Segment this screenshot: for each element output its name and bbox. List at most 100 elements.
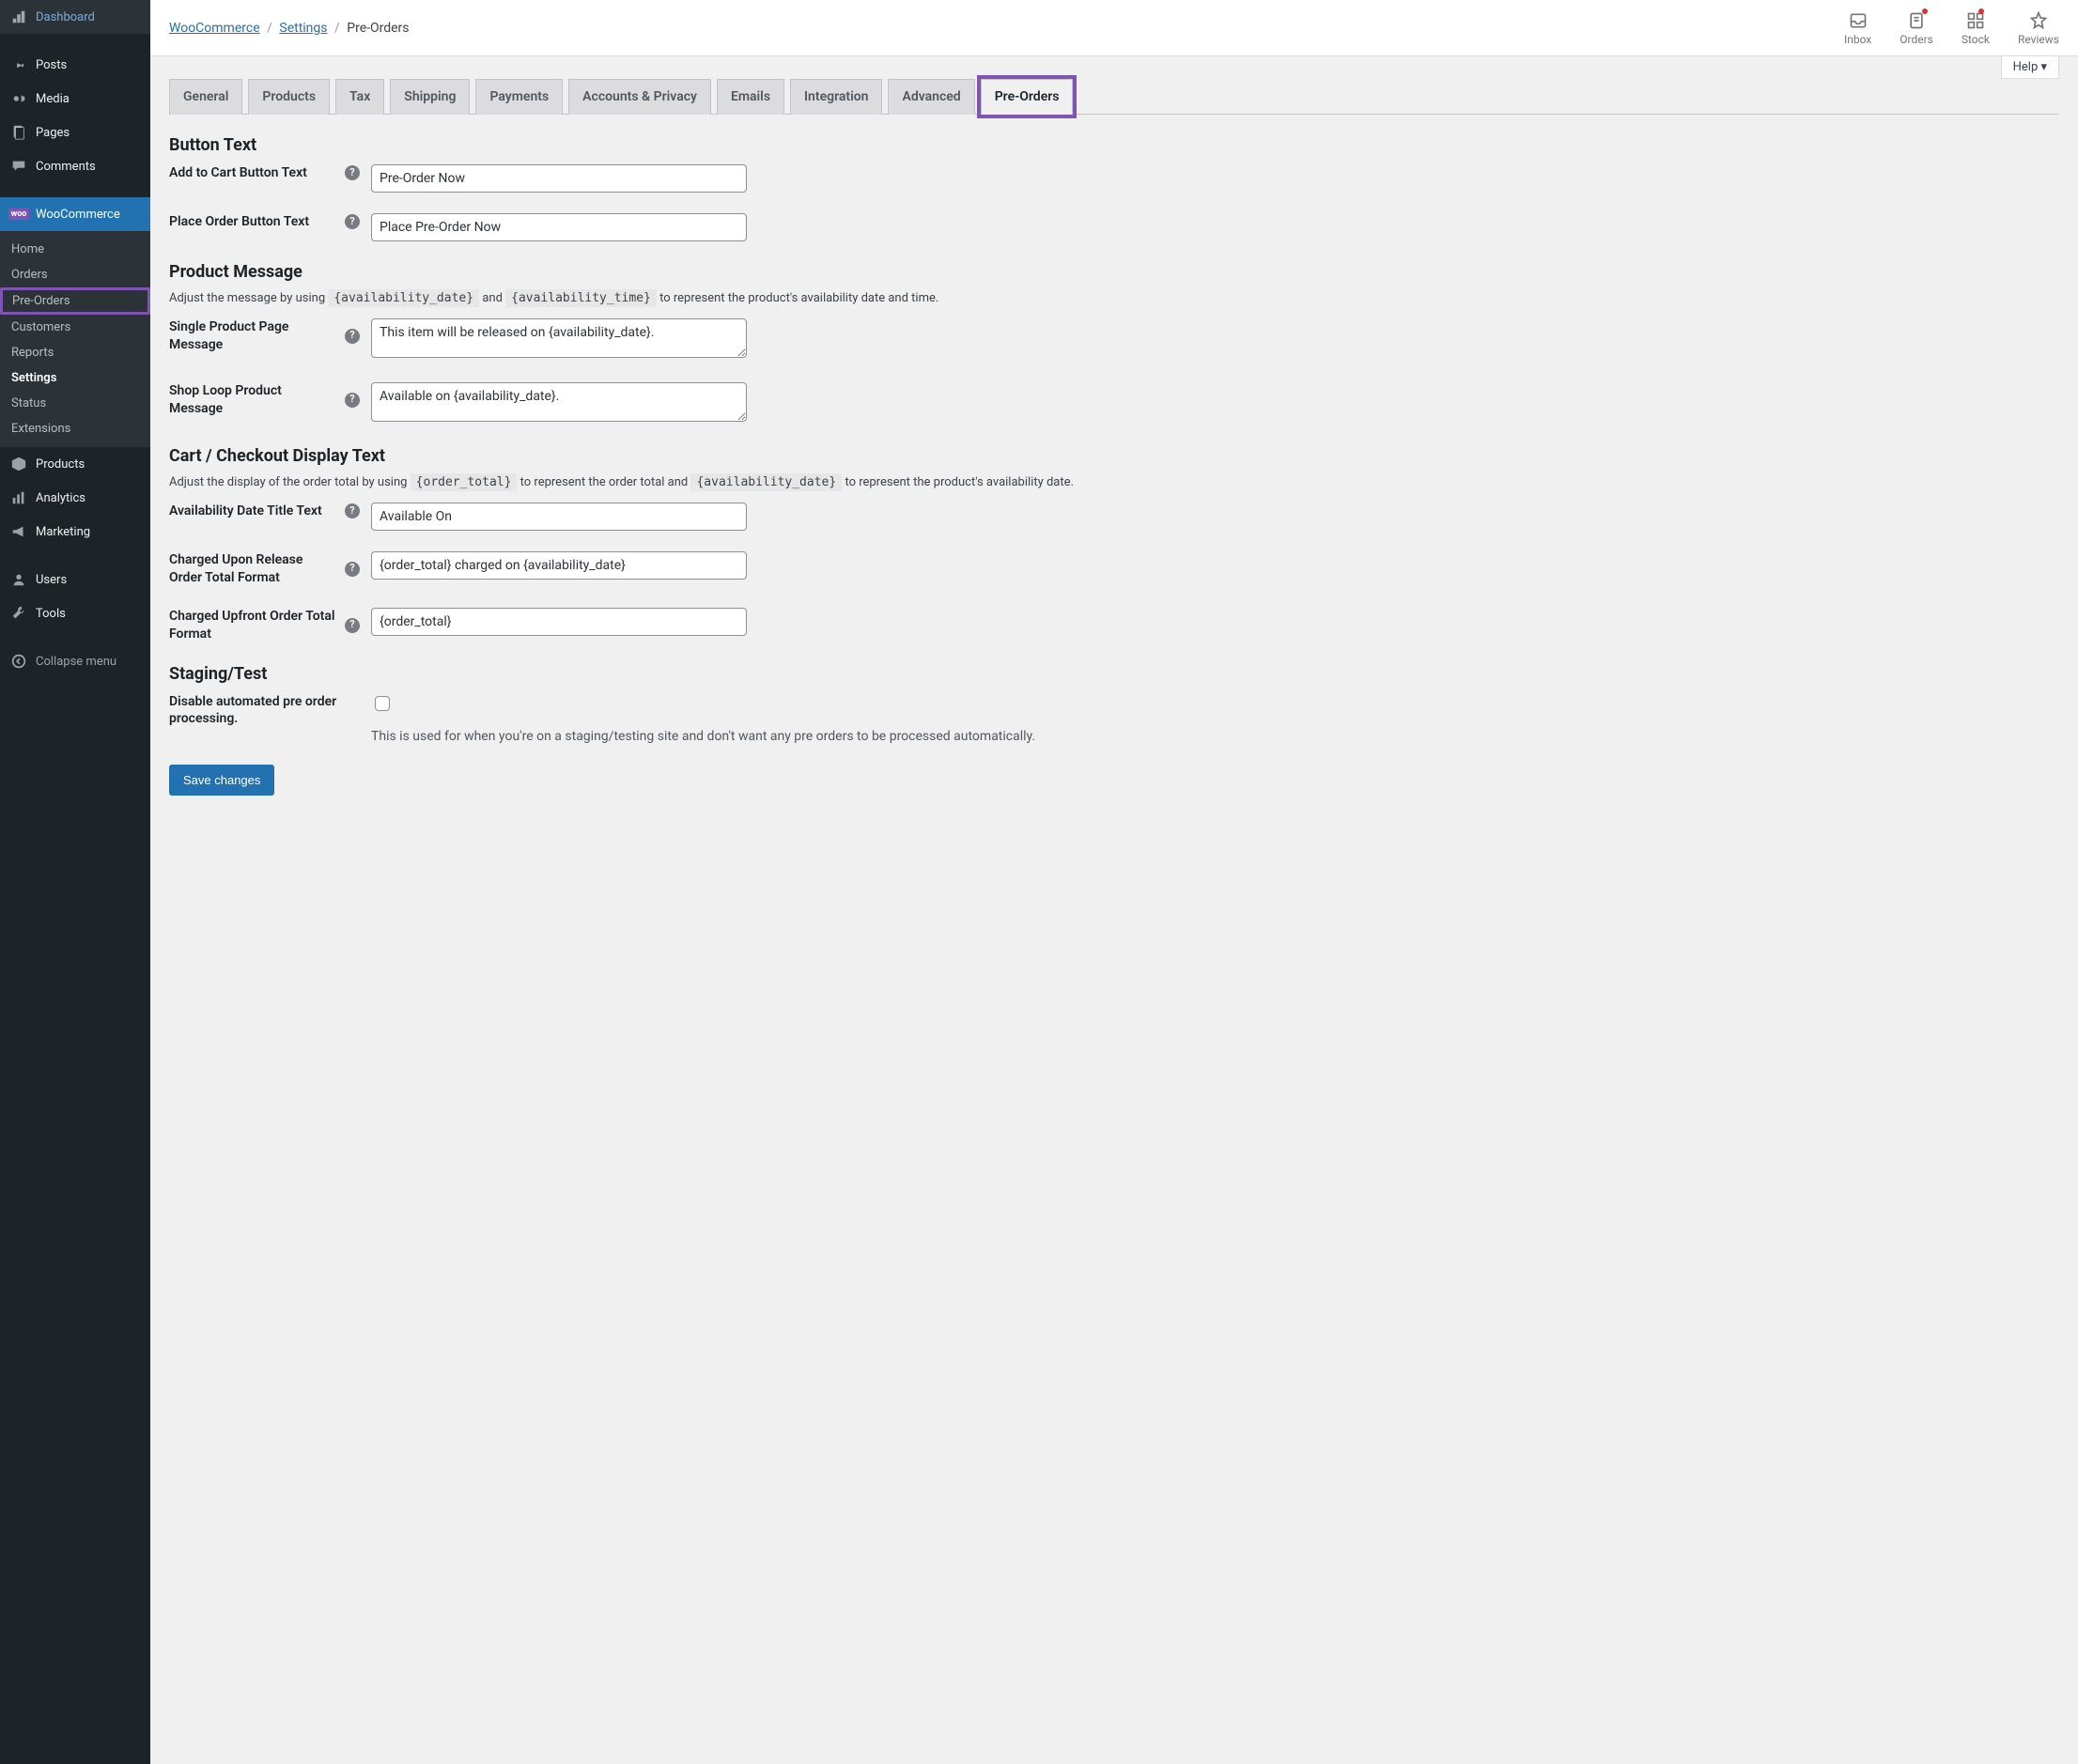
sidebar-item-label: Media: [36, 92, 70, 106]
input-add-to-cart[interactable]: [371, 164, 747, 193]
save-button[interactable]: Save changes: [169, 765, 274, 796]
textarea-single-product[interactable]: This item will be released on {availabil…: [371, 318, 747, 358]
input-charged-release[interactable]: [371, 551, 747, 580]
breadcrumb-settings[interactable]: Settings: [279, 21, 327, 36]
help-icon[interactable]: ?: [345, 393, 360, 408]
tab-accounts-privacy[interactable]: Accounts & Privacy: [568, 79, 711, 115]
sidebar-item-users[interactable]: Users: [0, 563, 150, 596]
help-icon[interactable]: ?: [345, 329, 360, 344]
sidebar-item-comments[interactable]: Comments: [0, 149, 150, 183]
topbar-orders[interactable]: Orders: [1900, 10, 1933, 46]
sidebar-item-dashboard[interactable]: Dashboard: [0, 0, 150, 34]
settings-tabs: General Products Tax Shipping Payments A…: [169, 79, 2059, 115]
reviews-icon: [2028, 10, 2049, 31]
sidebar-item-label: Products: [36, 457, 85, 472]
notification-dot: [1922, 8, 1928, 14]
submenu-item-pre-orders[interactable]: Pre-Orders: [0, 287, 150, 315]
sidebar-item-label: WooCommerce: [36, 208, 120, 222]
help-icon[interactable]: ?: [345, 214, 360, 229]
sidebar-item-media[interactable]: Media: [0, 82, 150, 116]
help- icon[interactable]: ?: [345, 562, 360, 577]
sidebar-item-woocommerce[interactable]: woo WooCommerce: [0, 197, 150, 231]
sidebar-item-label: Comments: [36, 160, 96, 174]
sidebar-item-label: Marketing: [36, 525, 90, 539]
label-single-product: Single Product Page Message ?: [169, 318, 371, 354]
sidebar-collapse[interactable]: Collapse menu: [0, 644, 150, 678]
tab-shipping[interactable]: Shipping: [390, 79, 470, 115]
help-icon[interactable]: ?: [345, 165, 360, 180]
breadcrumb: WooCommerce / Settings / Pre-Orders: [169, 21, 1844, 36]
breadcrumb-current: Pre-Orders: [347, 21, 409, 36]
breadcrumb-woocommerce[interactable]: WooCommerce: [169, 21, 260, 36]
tab-tax[interactable]: Tax: [335, 79, 384, 115]
label-add-to-cart: Add to Cart Button Text ?: [169, 164, 371, 182]
submenu-item-status[interactable]: Status: [0, 391, 150, 416]
submenu-item-home[interactable]: Home: [0, 237, 150, 262]
tab-pre-orders[interactable]: Pre-Orders: [981, 79, 1074, 115]
textarea-shop-loop[interactable]: Available on {availability_date}.: [371, 382, 747, 422]
topbar-stock[interactable]: Stock: [1962, 10, 1990, 46]
pages-icon: [9, 123, 28, 142]
section-product-message: Product Message: [169, 262, 2059, 282]
submenu-item-settings[interactable]: Settings: [0, 365, 150, 391]
topbar-inbox[interactable]: Inbox: [1844, 10, 1871, 46]
sidebar-item-label: Dashboard: [36, 10, 95, 24]
tab-advanced[interactable]: Advanced: [888, 79, 974, 115]
notification-dot: [1978, 8, 1984, 14]
label-place-order: Place Order Button Text ?: [169, 213, 371, 231]
marketing-icon: [9, 522, 28, 541]
tab-products[interactable]: Products: [248, 79, 330, 115]
sidebar-item-marketing[interactable]: Marketing: [0, 515, 150, 549]
token-availability-date: {availability_date}: [328, 289, 479, 307]
sidebar-item-label: Posts: [36, 58, 67, 72]
sidebar-item-label: Pages: [36, 126, 70, 140]
topbar: WooCommerce / Settings / Pre-Orders Inbo…: [150, 0, 2078, 56]
submenu-item-orders[interactable]: Orders: [0, 262, 150, 287]
tab-payments[interactable]: Payments: [475, 79, 563, 115]
tab-emails[interactable]: Emails: [717, 79, 784, 115]
checkbox-disable-processing[interactable]: [375, 696, 390, 711]
woocommerce-submenu: Home Orders Pre-Orders Customers Reports…: [0, 231, 150, 447]
section-staging: Staging/Test: [169, 664, 2059, 684]
submenu-item-reports[interactable]: Reports: [0, 340, 150, 365]
pin-icon: [9, 55, 28, 74]
admin-sidebar: Dashboard Posts Media Pages Comments woo…: [0, 0, 150, 1764]
label-shop-loop: Shop Loop Product Message ?: [169, 382, 371, 418]
inbox-icon: [1848, 10, 1869, 31]
input-charged-upfront[interactable]: [371, 608, 747, 636]
topbar-reviews[interactable]: Reviews: [2018, 10, 2059, 46]
tools-icon: [9, 604, 28, 623]
cart-checkout-description: Adjust the display of the order total by…: [169, 475, 2059, 489]
section-button-text: Button Text: [169, 135, 2059, 155]
main-content: WooCommerce / Settings / Pre-Orders Inbo…: [150, 0, 2078, 1764]
sidebar-item-label: Tools: [36, 607, 66, 621]
token-availability-date: {availability_date}: [690, 473, 842, 491]
sidebar-item-posts[interactable]: Posts: [0, 48, 150, 82]
help-icon[interactable]: ?: [345, 618, 360, 633]
tab-general[interactable]: General: [169, 79, 242, 115]
help-icon[interactable]: ?: [345, 503, 360, 518]
input-place-order[interactable]: [371, 213, 747, 241]
sidebar-item-products[interactable]: Products: [0, 447, 150, 481]
tab-integration[interactable]: Integration: [790, 79, 882, 115]
sidebar-item-label: Collapse menu: [36, 655, 116, 669]
products-icon: [9, 455, 28, 473]
media-icon: [9, 89, 28, 108]
sidebar-item-pages[interactable]: Pages: [0, 116, 150, 149]
woocommerce-icon: woo: [9, 205, 28, 224]
input-availability-title[interactable]: [371, 503, 747, 531]
label-availability-title: Availability Date Title Text ?: [169, 503, 371, 520]
token-order-total: {order_total}: [411, 473, 518, 491]
submenu-item-customers[interactable]: Customers: [0, 315, 150, 340]
label-disable-processing: Disable automated pre order processing.: [169, 693, 371, 729]
users-icon: [9, 570, 28, 589]
dashboard-icon: [9, 8, 28, 26]
section-cart-checkout: Cart / Checkout Display Text: [169, 446, 2059, 466]
submenu-item-extensions[interactable]: Extensions: [0, 416, 150, 441]
sidebar-item-analytics[interactable]: Analytics: [0, 481, 150, 515]
help-tab[interactable]: Help ▾: [2001, 56, 2059, 79]
disable-processing-hint: This is used for when you're on a stagin…: [371, 729, 2059, 744]
comments-icon: [9, 157, 28, 176]
sidebar-item-label: Users: [36, 573, 67, 587]
sidebar-item-tools[interactable]: Tools: [0, 596, 150, 630]
